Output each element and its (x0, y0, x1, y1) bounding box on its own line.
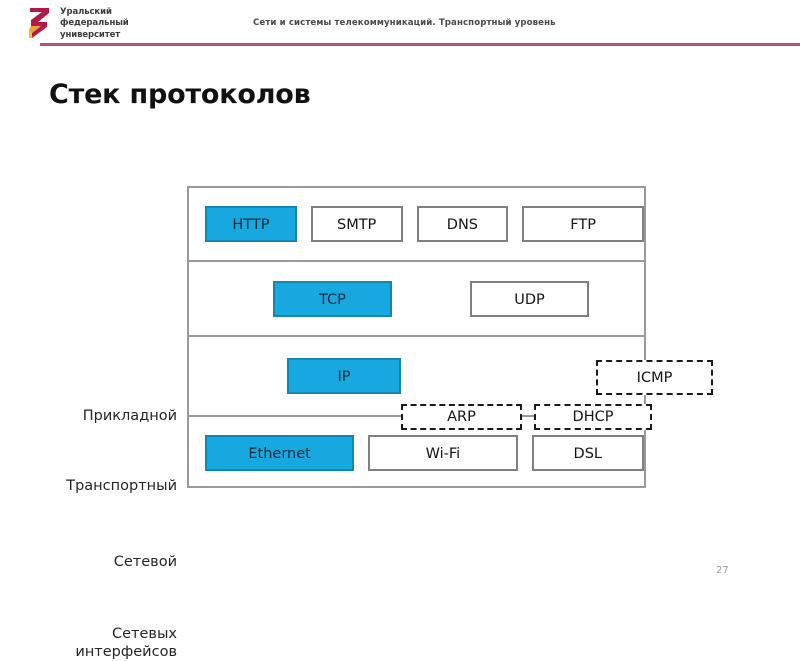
protocol-box-ftp[interactable]: FTP (522, 206, 644, 242)
protocol-box-ip[interactable]: IP (287, 358, 401, 394)
layer-transport: TCP UDP (189, 262, 644, 337)
university-logo-text: Уральский федеральный университет (60, 7, 129, 40)
protocol-box-wifi[interactable]: Wi-Fi (368, 434, 518, 471)
protocol-box-dhcp[interactable]: DHCP (534, 404, 652, 430)
layer-label-application: Прикладной (82, 408, 177, 424)
layer-label-link: Сетевых интерфейсов (27, 625, 177, 661)
layer-application: HTTP SMTP DNS FTP (189, 188, 644, 262)
protocol-box-udp[interactable]: UDP (470, 280, 589, 317)
ufu-swoosh-logo-icon (27, 7, 53, 41)
university-logo: Уральский федеральный университет (27, 7, 129, 41)
protocol-box-tcp[interactable]: TCP (273, 280, 392, 317)
course-title: Сети и системы телекоммуникаций. Транспо… (253, 18, 556, 28)
page-number: 27 (716, 565, 729, 576)
protocol-box-ethernet[interactable]: Ethernet (205, 434, 355, 471)
protocol-stack-diagram: Прикладной Транспортный Сетевой Сетевых … (20, 186, 713, 660)
layer-label-link-line1: Сетевых (112, 626, 177, 642)
protocol-box-dsl[interactable]: DSL (531, 434, 644, 471)
layer-label-network: Сетевой (113, 554, 177, 570)
protocol-box-http[interactable]: HTTP (205, 206, 297, 242)
protocol-box-smtp[interactable]: SMTP (310, 206, 403, 242)
header-divider (40, 43, 800, 46)
protocol-box-dns[interactable]: DNS (416, 206, 509, 242)
layer-label-link-line2: интерфейсов (75, 644, 177, 660)
layer-label-transport: Транспортный (66, 478, 177, 494)
page-title: Стек протоколов (49, 79, 311, 110)
stack-container: HTTP SMTP DNS FTP TCP UDP IP Ethernet Wi… (187, 186, 713, 488)
protocol-box-icmp[interactable]: ICMP (596, 360, 713, 395)
slide-header: Уральский федеральный университет Сети и… (0, 0, 800, 46)
protocol-box-arp[interactable]: ARP (401, 404, 522, 430)
